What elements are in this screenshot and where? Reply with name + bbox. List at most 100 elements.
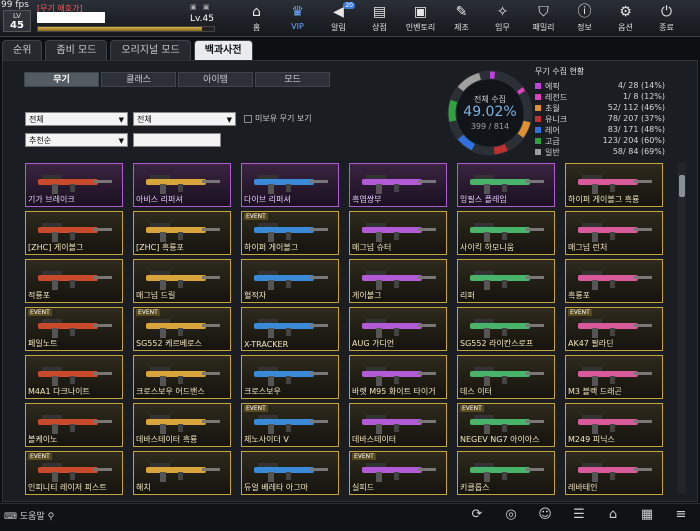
event-badge: EVENT [352,453,376,460]
refresh-icon[interactable]: ⟳ [460,507,494,522]
nav-label: 상점 [372,23,387,32]
weapon-image [254,223,328,242]
weapon-name: [ZHC] 게이볼그 [28,243,84,252]
stats-title: 무기 수집 현황 [535,67,585,76]
nav-shop[interactable]: ▤ 상점 [359,2,400,36]
nav-mission[interactable]: ✧ 임무 [482,2,523,36]
weapon-name: 혈적자 [244,291,267,300]
weapon-card[interactable]: EVENT 인피니티 레이저 피스트 [25,451,123,495]
hamburger-icon[interactable]: ≡ [664,507,698,522]
scroll-thumb[interactable] [679,175,685,197]
tab-2[interactable]: 오리지널 모드 [110,40,191,60]
weapon-card[interactable]: M4A1 다크나이트 [25,355,123,399]
filter-select-1[interactable]: 전체 ▼ [25,112,128,126]
calendar-icon[interactable]: ▦ [630,507,664,522]
nav-home[interactable]: ⌂ 홈 [236,2,277,36]
scrollbar[interactable] [678,163,686,493]
collection-count: 399 / 814 [470,122,510,131]
help-button[interactable]: ⌨ 도움말 ⚲ [4,509,54,522]
weapon-card[interactable]: M249 피닉스 [565,403,663,447]
weapon-card[interactable]: 리퍼 [457,259,555,303]
collection-summary: 전체 수집 49.02% 399 / 814 [445,68,535,158]
event-badge: EVENT [136,309,160,316]
search-icon[interactable]: ⚲ [48,512,55,522]
nav-gear[interactable]: ⚙ 옵션 [605,2,646,36]
weapon-image [146,415,220,434]
weapon-card[interactable]: 매그넘 런처 [565,211,663,255]
weapon-card[interactable]: 데바스테이터 [349,403,447,447]
category-tab-3[interactable]: 모드 [255,72,330,87]
tab-3[interactable]: 백과사전 [193,40,253,60]
weapon-card[interactable]: 크로스보우 [241,355,339,399]
runner-icon[interactable]: ☺ [528,507,562,522]
weapon-card[interactable]: 매그넘 드릴 [133,259,231,303]
collection-percent: 49.02% [463,104,517,120]
home-icon[interactable]: ⌂ [596,507,630,522]
weapon-image [38,271,112,290]
weapon-card[interactable]: 키클롭스 [457,451,555,495]
weapon-image [470,319,544,338]
weapon-card[interactable]: 바렛 M95 화이트 타이거 [349,355,447,399]
weapon-card[interactable]: EVENT 페일노트 [25,307,123,351]
search-input[interactable] [133,133,221,147]
weapon-card[interactable]: 흑염쌍부 [349,163,447,207]
nav-megaphone[interactable]: ◀ 알림 20 [318,2,359,36]
weapon-card[interactable]: [ZHC] 게이볼그 [25,211,123,255]
weapon-card[interactable]: 데바스테이터 흑룡 [133,403,231,447]
weapon-card[interactable]: EVENT 하이퍼 게이볼그 [241,211,339,255]
weapon-card[interactable]: 매그넘 슈터 [349,211,447,255]
weapon-card[interactable]: 하이퍼 게이볼그 흑룡 [565,163,663,207]
weapon-image [146,319,220,338]
weapon-name: [ZHC] 흑룡포 [136,243,184,252]
weapon-card[interactable]: EVENT 제노사이더 V [241,403,339,447]
weapon-card[interactable]: 다이브 리퍼셔 [241,163,339,207]
weapon-card[interactable]: AUG 가디언 [349,307,447,351]
nav-power[interactable]: ⏻ 종료 [646,2,687,36]
nav-info[interactable]: ⓘ 정보 [564,2,605,36]
unowned-checkbox[interactable]: 미보유 무기 보기 [244,113,312,124]
weapon-card[interactable]: 해치 [133,451,231,495]
category-tab-1[interactable]: 클래스 [101,72,176,87]
nav-family[interactable]: ⛉ 패밀리 [523,2,564,36]
weapon-image [578,175,652,194]
checklist-icon[interactable]: ☰ [562,507,596,522]
category-tab-0[interactable]: 무기 [24,72,99,87]
weapon-card[interactable]: EVENT NEGEV NG7 아이아스 [457,403,555,447]
weapon-card[interactable]: EVENT 실피드 [349,451,447,495]
weapon-card[interactable]: 게이볼그 [349,259,447,303]
weapon-card[interactable]: 크로스보우 어드밴스 [133,355,231,399]
weapon-card[interactable]: 레바테인 [565,451,663,495]
compass-icon[interactable]: ◎ [494,507,528,522]
weapon-card[interactable]: SG552 라이칸스로프 [457,307,555,351]
weapon-card[interactable]: 듀얼 베레타 아그마 [241,451,339,495]
nav-crown[interactable]: ♛ VIP [277,2,318,36]
weapon-image [146,223,220,242]
weapon-card[interactable]: 혈적자 [241,259,339,303]
weapon-image [362,367,436,386]
weapon-card[interactable]: 사이킥 하모니움 [457,211,555,255]
weapon-card[interactable]: M3 블랙 드래곤 [565,355,663,399]
weapon-card[interactable]: 잉필스 플레임 [457,163,555,207]
filter-select-2[interactable]: 전체 ▼ [133,112,236,126]
weapon-card[interactable]: 기가 브레이크 [25,163,123,207]
weapon-card[interactable]: 데스 이터 [457,355,555,399]
sort-select[interactable]: 추천순 ▼ [25,133,128,147]
weapon-card[interactable]: 볼케이노 [25,403,123,447]
weapon-card[interactable]: 적룡포 [25,259,123,303]
tab-0[interactable]: 순위 [2,40,43,60]
weapon-card[interactable]: 흑룡포 [565,259,663,303]
rarity-swatch [535,149,541,155]
weapon-card[interactable]: [ZHC] 흑룡포 [133,211,231,255]
weapon-image [38,463,112,482]
weapon-card[interactable]: EVENT SG552 케르베로스 [133,307,231,351]
nav-bag[interactable]: ▣ 인벤토리 [400,2,441,36]
weapon-card[interactable]: 아비스 리퍼셔 [133,163,231,207]
weapon-card[interactable]: EVENT AK47 팔라딘 [565,307,663,351]
rarity-name: 일반 [545,148,560,157]
weapon-card[interactable]: X-TRACKER [241,307,339,351]
tab-1[interactable]: 좀비 모드 [45,40,108,60]
nav-craft[interactable]: ✎ 제조 [441,2,482,36]
chevron-down-icon: ▼ [118,137,124,145]
weapon-image [146,175,220,194]
category-tab-2[interactable]: 아이템 [178,72,253,87]
